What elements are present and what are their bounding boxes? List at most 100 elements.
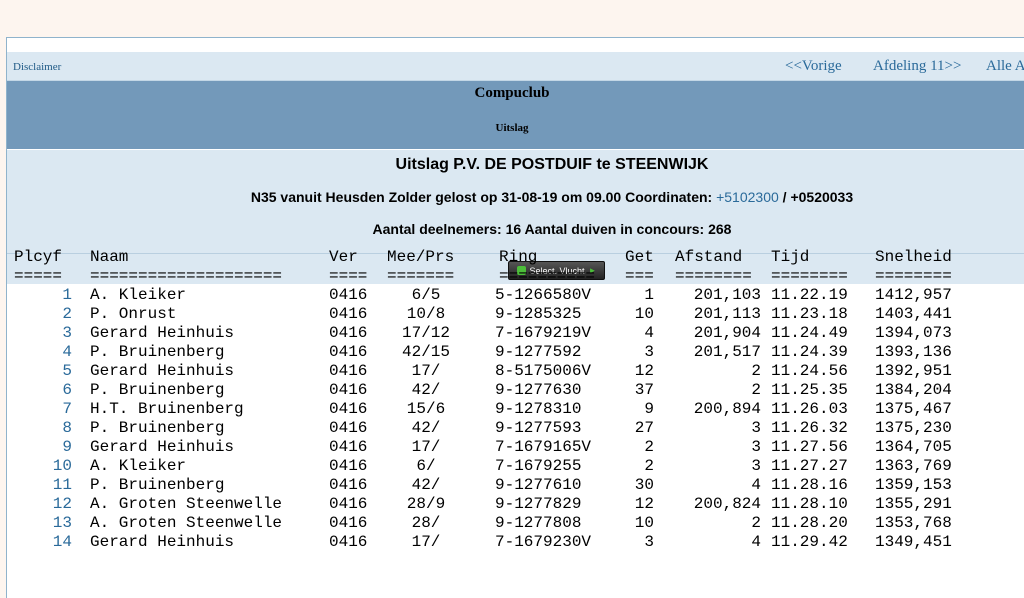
cell-name: Gerard Heinhuis [90,533,235,551]
cell-ring: 9-1277630 [495,381,582,399]
alle-link[interactable]: Alle A [986,58,1024,75]
table-separator-row: ===== ==================== ==== ======= ====… [14,267,985,286]
separator-speed: ======== [875,267,952,285]
cell-club: 0416 [329,362,368,380]
header-participation: Mee/Prs [387,248,455,266]
cell-marked: 2 [644,438,654,456]
club-header: Compuclub Uitslag [7,81,1024,149]
table-row: 7 H.T. Bruinenberg 0416 15/6 9-1278310 9 200,8… [14,400,985,419]
cell-participation: 28/ [411,514,441,532]
cell-place[interactable]: 11 [14,476,72,495]
cell-ring: 9-1277592 [495,343,582,361]
cell-marked: 37 [634,381,654,399]
cell-marked: 12 [634,362,654,380]
cell-place[interactable]: 8 [14,419,72,438]
cell-participation: 6/ [416,457,436,475]
cell-distance: 3 [751,438,761,456]
table-row: 1 A. Kleiker 0416 6/5 5-1266580V 1 201,103 11.2… [14,286,985,305]
cell-distance: 201,904 [693,324,761,342]
cell-speed: 1364,705 [875,438,952,456]
cell-name: Gerard Heinhuis [90,362,235,380]
cell-name: P. Bruinenberg [90,381,225,399]
cell-distance: 200,824 [693,495,761,513]
cell-name: H.T. Bruinenberg [90,400,244,418]
cell-place[interactable]: 10 [14,457,72,476]
cell-club: 0416 [329,457,368,475]
cell-ring: 9-1277610 [495,476,582,494]
cell-place[interactable]: 7 [14,400,72,419]
cell-speed: 1392,951 [875,362,952,380]
cell-club: 0416 [329,286,368,304]
cell-ring: 8-5175006V [495,362,592,380]
header-distance: Afstand [675,248,743,266]
header-time: Tijd [771,248,810,266]
cell-place[interactable]: 3 [14,324,72,343]
cell-time: 11.25.35 [771,381,848,399]
separator-marked: === [625,267,654,285]
cell-distance: 4 [751,533,761,551]
cell-place[interactable]: 13 [14,514,72,533]
cell-participation: 28/9 [406,495,446,513]
cell-time: 11.24.56 [771,362,848,380]
table-row: 8 P. Bruinenberg 0416 42/9-1277593 27 3 11.26.… [14,419,985,438]
header-speed: Snelheid [875,248,952,266]
afdeling-11-link[interactable]: Afdeling 11>> [873,58,961,75]
cell-place[interactable]: 14 [14,533,72,552]
table-row: 11 P. Bruinenberg 0416 42/9-1277610 30 4 11.28… [14,476,985,495]
cell-participation: 10/8 [406,305,446,323]
cell-place[interactable]: 9 [14,438,72,457]
coordinate-link[interactable]: +5102300 [716,189,779,205]
cell-ring: 9-1277829 [495,495,582,513]
header-subtitle: Uitslag [495,122,529,134]
cell-club: 0416 [329,400,368,418]
cell-time: 11.28.16 [771,476,848,494]
cell-speed: 1394,073 [875,324,952,342]
cell-distance: 201,517 [693,343,761,361]
cell-time: 11.26.03 [771,400,848,418]
cell-name: A. Kleiker [90,286,187,304]
cell-distance: 2 [751,362,761,380]
cell-place[interactable]: 12 [14,495,72,514]
header-marked: Get [625,248,654,266]
separator-time: ======== [771,267,848,285]
cell-speed: 1375,230 [875,419,952,437]
cell-ring: 7-1679230V [495,533,592,551]
cell-time: 11.28.20 [771,514,848,532]
table-row: 10 A. Kleiker 0416 6/7-1679255 2 3 11.27.27 136… [14,457,985,476]
cell-time: 11.27.27 [771,457,848,475]
cell-place[interactable]: 1 [14,286,72,305]
cell-club: 0416 [329,476,368,494]
table-header-row: Plcyf Naam Ver Mee/Prs Ring Get Afstand Tijd Sne… [14,248,985,267]
club-name: Compuclub [474,85,550,101]
cell-time: 11.24.39 [771,343,848,361]
table-row: 4 P. Bruinenberg 0416 42/15 9-1277592 3 201,51… [14,343,985,362]
cell-time: 11.26.32 [771,419,848,437]
table-row: 5 Gerard Heinhuis 0416 17/8-5175006V 12 2 11.2… [14,362,985,381]
cell-club: 0416 [329,343,368,361]
cell-speed: 1375,467 [875,400,952,418]
cell-marked: 10 [634,305,654,323]
coordinate-separator: / [778,189,791,205]
cell-name: P. Bruinenberg [90,476,225,494]
cell-speed: 1355,291 [875,495,952,513]
table-row: 3 Gerard Heinhuis 0416 17/12 7-1679219V 4 201,… [14,324,985,343]
cell-name: P. Bruinenberg [90,419,225,437]
cell-club: 0416 [329,533,368,551]
cell-place[interactable]: 6 [14,381,72,400]
separator-distance: ======== [675,267,752,285]
cell-place[interactable]: 5 [14,362,72,381]
header-place: Plcyf [14,248,63,266]
cell-marked: 30 [634,476,654,494]
cell-club: 0416 [329,438,368,456]
header-name: Naam [90,248,129,266]
cell-club: 0416 [329,305,368,323]
header-ring: Ring [499,248,538,266]
previous-link[interactable]: <<Vorige [785,58,842,75]
cell-place[interactable]: 4 [14,343,72,362]
cell-place[interactable]: 2 [14,305,72,324]
race-details: N35 vanuit Heusden Zolder gelost op 31-0… [7,189,1024,205]
disclaimer-link[interactable]: Disclaimer [13,61,61,73]
cell-distance: 200,894 [693,400,761,418]
cell-speed: 1403,441 [875,305,952,323]
race-details-text: N35 vanuit Heusden Zolder gelost op 31-0… [250,189,717,205]
